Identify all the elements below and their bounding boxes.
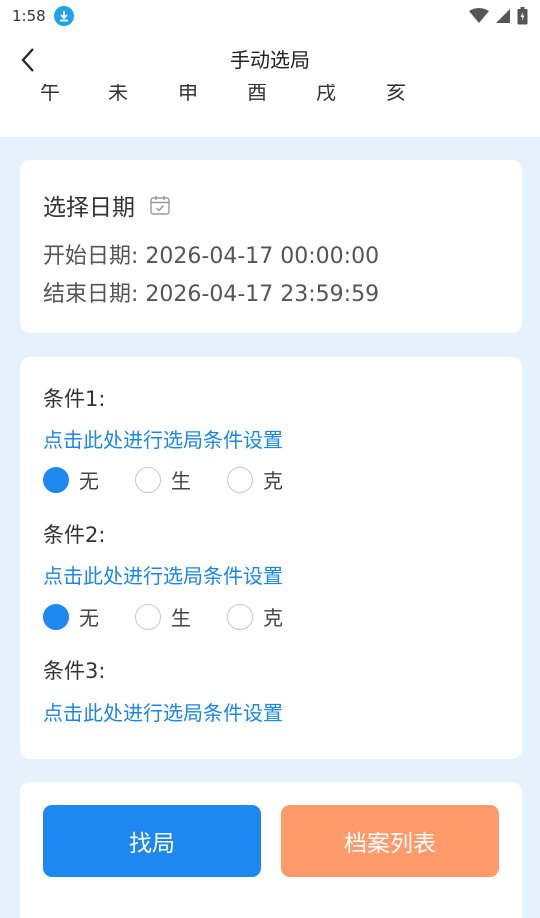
archive-list-button[interactable]: 档案列表 — [281, 805, 499, 877]
condition-1-option-none[interactable]: 无 — [43, 465, 135, 494]
signal-icon — [496, 9, 510, 23]
page-title: 手动选局 — [230, 48, 310, 72]
radio-unchecked-icon[interactable] — [135, 466, 161, 493]
status-indicators — [469, 7, 528, 25]
actions-card: 找局 档案列表 — [20, 782, 522, 918]
condition-2-settings-link[interactable]: 点击此处进行选局条件设置 — [43, 560, 283, 589]
condition-1-settings-link[interactable]: 点击此处进行选局条件设置 — [43, 424, 283, 453]
condition-1-label: 条件1: — [43, 387, 106, 411]
ganzhi-item[interactable]: 戌 — [316, 84, 336, 105]
conditions-card: 条件1: 点击此处进行选局条件设置 无 生 克 条件2: 点击此处进行选局条件设… — [20, 357, 522, 759]
condition-2-label: 条件2: — [43, 523, 106, 547]
download-icon — [53, 6, 74, 26]
battery-icon — [517, 7, 528, 25]
ganzhi-scroll-row[interactable]: 午 未 申 酉 戌 亥 — [0, 84, 540, 106]
end-date-row[interactable]: 结束日期: 2026-04-17 23:59:59 — [43, 276, 379, 308]
start-date-row[interactable]: 开始日期: 2026-04-17 00:00:00 — [43, 238, 379, 270]
condition-1-option-sheng[interactable]: 生 — [135, 465, 227, 494]
condition-1-radio-group: 无 生 克 — [43, 465, 319, 494]
date-card: 选择日期 开始日期: 2026-04-17 00:00:00 结束日期: 202… — [20, 160, 522, 333]
ganzhi-item[interactable]: 未 — [108, 84, 128, 105]
status-time: 1:58 — [12, 7, 46, 25]
end-date-value: 2026-04-17 23:59:59 — [145, 282, 380, 307]
ganzhi-item[interactable]: 酉 — [247, 84, 267, 105]
wifi-icon — [469, 8, 489, 23]
app-header: 手动选局 午 未 申 酉 戌 亥 — [0, 32, 540, 137]
date-picker-trigger[interactable]: 选择日期 — [43, 188, 171, 222]
radio-unchecked-icon[interactable] — [227, 603, 253, 630]
condition-2-option-none[interactable]: 无 — [43, 602, 135, 631]
radio-unchecked-icon[interactable] — [135, 603, 161, 630]
condition-3-label: 条件3: — [43, 659, 106, 683]
end-date-label: 结束日期: — [43, 282, 139, 307]
condition-2-option-sheng[interactable]: 生 — [135, 602, 227, 631]
radio-checked-icon[interactable] — [43, 466, 69, 493]
condition-2-option-ke[interactable]: 克 — [227, 602, 319, 631]
status-bar: 1:58 — [0, 0, 540, 32]
ganzhi-item[interactable]: 申 — [178, 84, 198, 105]
ganzhi-item[interactable]: 亥 — [386, 84, 406, 105]
find-ju-button[interactable]: 找局 — [43, 805, 261, 877]
condition-1-option-ke[interactable]: 克 — [227, 465, 319, 494]
radio-unchecked-icon[interactable] — [227, 466, 253, 493]
ganzhi-item[interactable]: 午 — [40, 84, 60, 105]
radio-checked-icon[interactable] — [43, 603, 69, 630]
calendar-icon[interactable] — [149, 194, 171, 216]
condition-3-settings-link[interactable]: 点击此处进行选局条件设置 — [43, 697, 283, 726]
condition-2-radio-group: 无 生 克 — [43, 602, 319, 631]
start-date-label: 开始日期: — [43, 244, 139, 269]
start-date-value: 2026-04-17 00:00:00 — [145, 244, 380, 269]
date-card-title: 选择日期 — [43, 195, 135, 221]
